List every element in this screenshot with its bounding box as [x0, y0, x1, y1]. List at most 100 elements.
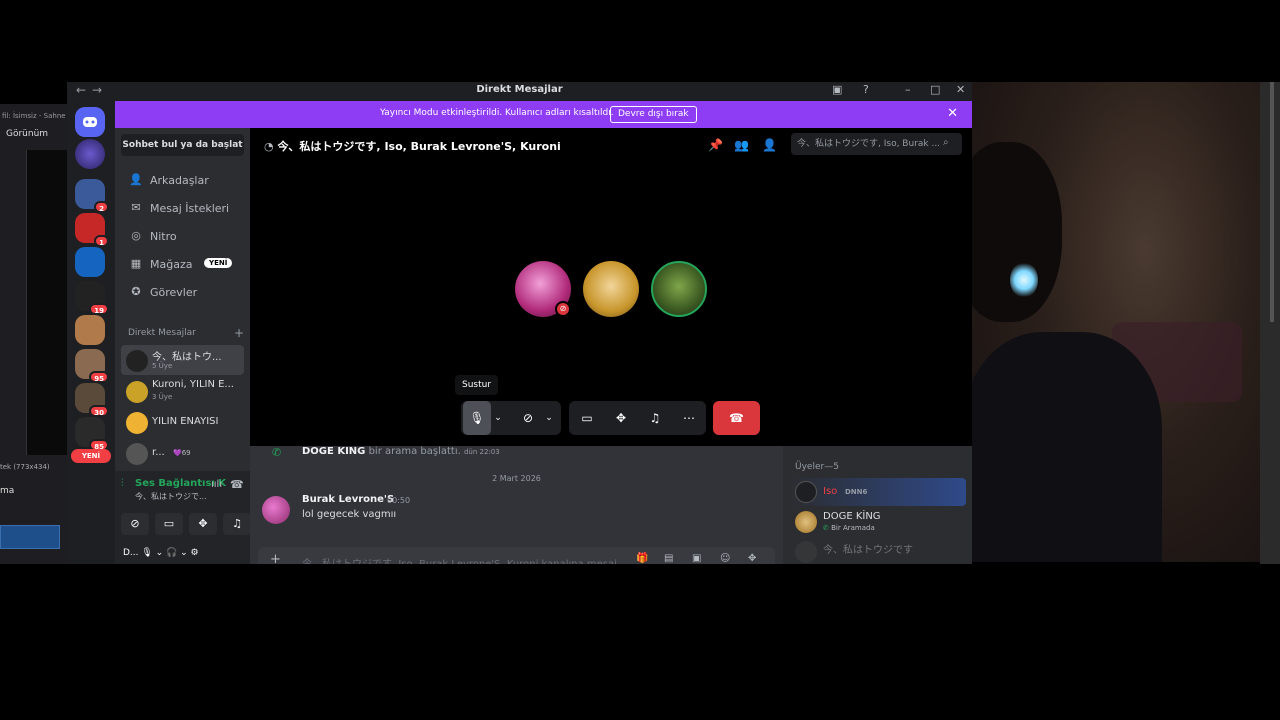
sidebar-item-label: Görevler: [150, 286, 198, 299]
search-input[interactable]: 今、私はトウジです, Iso, Burak ...: [791, 133, 962, 155]
new-badge: YENİ: [71, 449, 111, 463]
sidebar-item-nitro[interactable]: ◎ Nitro: [121, 224, 244, 250]
member-item[interactable]: 今、私はトウジです: [791, 538, 966, 564]
background-app-menu[interactable]: Görünüm: [6, 129, 48, 139]
help-icon[interactable]: ?: [863, 83, 869, 96]
call-started-icon: ✆: [272, 446, 282, 459]
nitro-icon: ◎: [131, 229, 141, 242]
create-dm-icon[interactable]: +: [234, 326, 244, 340]
screen-share-icon[interactable]: ▭: [573, 401, 601, 435]
search-placeholder: 今、私はトウジです, Iso, Burak ...: [797, 139, 941, 149]
maximize-icon[interactable]: □: [930, 83, 940, 96]
minimize-icon[interactable]: –: [905, 83, 911, 96]
friends-icon: 👤: [129, 173, 143, 186]
member-panel: 今、私はトウジです, Iso, Burak ... ⌕ Üyeler—5 Iso…: [783, 128, 972, 564]
dm-item[interactable]: r... 💜69: [121, 438, 244, 468]
voice-channel[interactable]: 今、私はトウジで...: [135, 491, 207, 502]
dm-subtitle: 3 Üye: [152, 393, 173, 401]
disconnect-icon[interactable]: ☎: [230, 478, 244, 491]
more-options-icon[interactable]: ⋯: [675, 401, 703, 435]
signal-icon: ⫶: [121, 478, 124, 489]
server-icon[interactable]: 85: [75, 417, 109, 451]
sidebar-item-friends[interactable]: 👤 Arkadaşlar: [121, 168, 244, 194]
boost-count: 69: [181, 449, 191, 457]
system-message: DOGE KING bir arama başlattı. dün 22:03: [302, 446, 500, 457]
webcam-overlay: [972, 82, 1260, 562]
activities-icon[interactable]: ✥: [607, 401, 635, 435]
inbox-icon[interactable]: ▣: [832, 83, 842, 96]
message-text: lol gegecek vagmıı: [302, 509, 397, 520]
message-input[interactable]: + 今、私はトウジです, Iso, Burak Levrone'S, Kuron…: [258, 547, 775, 564]
soundboard-icon[interactable]: ♫: [641, 401, 669, 435]
attach-plus-icon[interactable]: +: [270, 552, 281, 564]
screen-share-icon[interactable]: ▭: [155, 513, 183, 535]
deafened-icon: ⊘: [555, 301, 571, 317]
microphone-icon[interactable]: 🎙: [463, 401, 491, 435]
dm-item[interactable]: Kuroni, YILIN E... 3 Üye: [121, 376, 244, 406]
camera-options-chevron-icon[interactable]: ⌄: [540, 401, 558, 435]
server-icon[interactable]: 2: [75, 179, 109, 213]
dm-item[interactable]: 今、私はトウ... 5 Üye: [121, 345, 244, 375]
add-friends-icon[interactable]: 👥: [734, 138, 749, 152]
disable-streamer-mode-button[interactable]: Devre dışı bırak: [610, 106, 697, 123]
hang-up-button[interactable]: ☎: [713, 401, 760, 435]
server-icon[interactable]: [75, 315, 105, 345]
in-call-icon: ✆: [823, 524, 832, 532]
member-item[interactable]: Iso DNN6: [791, 478, 966, 506]
search-icon: ⌕: [943, 137, 949, 148]
activities-icon[interactable]: ✥: [189, 513, 217, 535]
current-user[interactable]: D... 🎙 ⌄ 🎧 ⌄ ⚙: [123, 548, 199, 558]
server-icon[interactable]: 30: [75, 383, 109, 417]
sidebar-item-quests[interactable]: ✪ Görevler: [121, 280, 244, 306]
emoji-icon[interactable]: ☺: [720, 553, 730, 564]
participant-avatar[interactable]: [583, 261, 639, 317]
server-rail: 2 1 19 95 30 85 YENİ: [67, 101, 115, 564]
member-list-icon[interactable]: 👤: [762, 138, 777, 152]
phone-hangup-icon: ☎: [729, 411, 744, 425]
pin-icon[interactable]: 📌: [708, 138, 723, 152]
sidebar-item-message-requests[interactable]: ✉ Mesaj İstekleri: [121, 196, 244, 222]
mail-icon: ✉: [131, 201, 141, 214]
background-app-selection[interactable]: [0, 525, 60, 549]
dm-header: Direkt Mesajlar: [128, 328, 196, 338]
soundboard-icon[interactable]: ♫: [223, 513, 251, 535]
avatar[interactable]: [262, 496, 290, 524]
member-panel-top: [783, 128, 972, 446]
server-icon[interactable]: [75, 247, 105, 277]
banner-message: Yayıncı Modu etkinleştirildi. Kullanıcı …: [380, 108, 614, 118]
member-name: Iso: [823, 486, 838, 497]
dm-sidebar: Sohbet bul ya da başlat 👤 Arkadaşlar ✉ M…: [115, 128, 251, 564]
member-status: DNN6: [845, 488, 868, 496]
server-icon[interactable]: 95: [75, 349, 109, 383]
sidebar-item-shop[interactable]: ▦ Mağaza YENİ: [121, 252, 244, 278]
call-view: ◔ 今、私はトウジです, Iso, Burak Levrone'S, Kuron…: [250, 128, 783, 446]
headset-light-icon: [1010, 262, 1038, 298]
close-banner-icon[interactable]: ✕: [947, 106, 958, 121]
server-icon[interactable]: 19: [75, 281, 109, 315]
noise-suppression-icon[interactable]: ıılı: [211, 479, 222, 490]
close-window-icon[interactable]: ✕: [956, 83, 965, 96]
camera-off-icon[interactable]: ⊘: [121, 513, 149, 535]
find-conversation-button[interactable]: Sohbet bul ya da başlat: [121, 134, 244, 156]
mic-options-chevron-icon[interactable]: ⌄: [489, 401, 507, 435]
member-item[interactable]: DOGE KİNG ✆ Bir Aramada: [791, 508, 966, 536]
gif-icon[interactable]: ▤: [664, 553, 673, 564]
dm-name: r...: [152, 447, 165, 458]
participant-avatar-speaking[interactable]: [651, 261, 707, 317]
dm-item[interactable]: YILIN ENAYİSİ: [121, 407, 244, 437]
boost-badge: 💜69: [173, 449, 191, 457]
user-name: D...: [123, 548, 139, 558]
server-icon[interactable]: 1: [75, 213, 109, 247]
camera-off-icon[interactable]: ⊘: [514, 401, 542, 435]
new-badge: YENİ: [204, 258, 233, 268]
scrollbar[interactable]: [1270, 82, 1274, 322]
server-icon[interactable]: [75, 139, 105, 169]
apps-icon[interactable]: ✥: [748, 553, 756, 564]
sticker-icon[interactable]: ▣: [692, 553, 701, 564]
avatar: [126, 443, 148, 465]
message-author[interactable]: Burak Levrone'S: [302, 494, 394, 505]
gift-icon[interactable]: 🎁: [636, 553, 648, 564]
system-message-user[interactable]: DOGE KING: [302, 446, 365, 457]
discord-home-icon[interactable]: [75, 107, 105, 137]
background-app-title: fil: İsimsiz - Sahne: [2, 112, 66, 120]
